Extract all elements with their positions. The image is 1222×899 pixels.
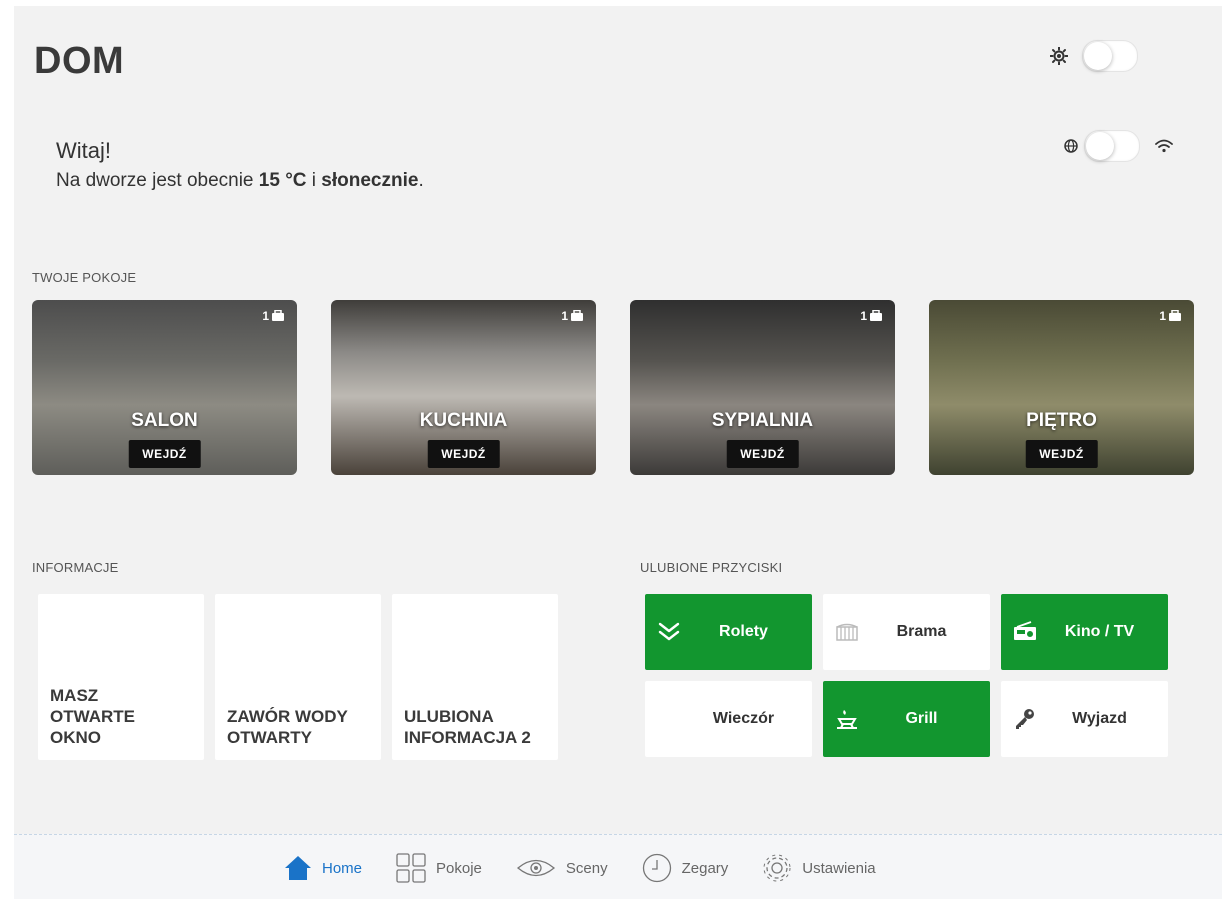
greeting: Witaj! — [56, 138, 111, 163]
favorites-section-label: ULUBIONE PRZYCISKI — [640, 560, 783, 575]
day-night-toggle[interactable] — [1082, 40, 1138, 72]
weather-condition: słonecznie — [321, 170, 419, 191]
fav-label: Kino / TV — [1064, 623, 1135, 640]
theme-toggle-row — [1050, 40, 1174, 72]
device-count-value: 1 — [1159, 309, 1166, 323]
room-card-pietro[interactable]: 1 PIĘTRO WEJDŹ — [929, 300, 1194, 475]
rooms-section-label: TWOJE POKOJE — [32, 270, 137, 285]
fav-button-kino-tv[interactable]: Kino / TV — [1001, 594, 1168, 670]
nav-label: Home — [322, 859, 363, 877]
device-icon — [1169, 310, 1181, 321]
connection-toggle-row — [1064, 130, 1174, 162]
toggle-knob — [1086, 132, 1114, 160]
info-card[interactable]: ULUBIONA INFORMACJA 2 — [392, 594, 558, 760]
room-name: SYPIALNIA — [711, 410, 814, 431]
room-name: PIĘTRO — [1026, 410, 1097, 431]
fav-label: Wieczór — [712, 710, 775, 727]
info-text: ZAWÓR WODY OTWARTY — [227, 707, 348, 747]
nav-item-zegary[interactable]: Zegary — [642, 853, 729, 883]
enter-room-button[interactable]: WEJDŹ — [128, 440, 201, 468]
room-name: SALON — [131, 410, 198, 431]
nav-label: Ustawienia — [802, 859, 876, 877]
device-count: 1 — [860, 309, 883, 323]
clock-icon — [642, 853, 671, 883]
enter-room-button[interactable]: WEJDŹ — [1025, 440, 1098, 468]
wifi-icon — [1155, 139, 1173, 153]
device-count: 1 — [561, 309, 584, 323]
enter-room-button[interactable]: WEJDŹ — [726, 440, 799, 468]
fav-button-wieczor[interactable]: Wieczór — [645, 681, 812, 757]
info-text: MASZ OTWARTE OKNO — [50, 686, 135, 747]
room-name: KUCHNIA — [419, 410, 508, 431]
device-count: 1 — [262, 309, 285, 323]
sun-icon — [1050, 47, 1068, 65]
grid-icon — [396, 853, 426, 883]
fav-label: Brama — [896, 623, 947, 640]
enter-room-button[interactable]: WEJDŹ — [427, 440, 500, 468]
device-count-value: 1 — [860, 309, 867, 323]
favorites-grid: Rolety Brama Kino / TV Wieczór Grill Wyj… — [645, 594, 1168, 757]
home-icon — [285, 856, 311, 880]
fav-button-brama[interactable]: Brama — [823, 594, 990, 670]
rooms-list: 1 SALON WEJDŹ 1 KUCHNIA WEJDŹ 1 SYPIALNI… — [32, 300, 1194, 475]
nav-item-ustawienia[interactable]: Ustawienia — [762, 853, 876, 883]
bottom-nav-bar: Home Pokoje Sceny Zegary Ustawienia — [14, 834, 1222, 899]
nav-item-home[interactable]: Home — [284, 855, 362, 881]
info-text: ULUBIONA INFORMACJA 2 — [404, 707, 531, 747]
temperature: 15 °C — [258, 170, 307, 191]
fav-button-wyjazd[interactable]: Wyjazd — [1001, 681, 1168, 757]
fav-label: Grill — [905, 710, 938, 727]
page-title: DOM — [34, 40, 125, 82]
bottom-nav: Home Pokoje Sceny Zegary Ustawienia — [284, 853, 910, 883]
device-icon — [272, 310, 284, 321]
device-icon — [571, 310, 583, 321]
device-count-value: 1 — [561, 309, 568, 323]
weather-mid: i — [306, 170, 322, 191]
fav-button-rolety[interactable]: Rolety — [645, 594, 812, 670]
info-card[interactable]: MASZ OTWARTE OKNO — [38, 594, 204, 760]
globe-icon — [1064, 139, 1078, 153]
nav-item-pokoje[interactable]: Pokoje — [396, 853, 482, 883]
device-icon — [870, 310, 882, 321]
gear-icon — [763, 854, 791, 882]
weather-suffix: . — [418, 170, 424, 191]
nav-item-sceny[interactable]: Sceny — [516, 857, 608, 879]
nav-label: Pokoje — [436, 859, 482, 877]
room-card-kuchnia[interactable]: 1 KUCHNIA WEJDŹ — [331, 300, 596, 475]
weather-summary: Na dworze jest obecnie 15 °C i słoneczni… — [56, 170, 424, 192]
info-list: MASZ OTWARTE OKNO ZAWÓR WODY OTWARTY ULU… — [38, 594, 558, 760]
fav-label: Wyjazd — [1072, 710, 1127, 727]
info-card[interactable]: ZAWÓR WODY OTWARTY — [215, 594, 381, 760]
moon-icon — [1159, 48, 1167, 64]
app-screen: DOM Witaj! Na dworze jest obecnie 15 °C … — [14, 6, 1222, 899]
toggle-knob — [1084, 42, 1112, 70]
nav-label: Sceny — [565, 859, 608, 877]
device-count: 1 — [1159, 309, 1182, 323]
room-card-salon[interactable]: 1 SALON WEJDŹ — [32, 300, 297, 475]
device-count-value: 1 — [262, 309, 269, 323]
eye-icon — [516, 859, 555, 877]
weather-prefix: Na dworze jest obecnie — [56, 170, 259, 191]
connection-toggle[interactable] — [1084, 130, 1140, 162]
info-section-label: INFORMACJE — [32, 560, 119, 575]
room-card-sypialnia[interactable]: 1 SYPIALNIA WEJDŹ — [630, 300, 895, 475]
nav-label: Zegary — [681, 859, 729, 877]
welcome-block: Witaj! Na dworze jest obecnie 15 °C i sł… — [56, 138, 424, 192]
fav-label: Rolety — [719, 623, 768, 640]
fav-button-grill[interactable]: Grill — [823, 681, 990, 757]
